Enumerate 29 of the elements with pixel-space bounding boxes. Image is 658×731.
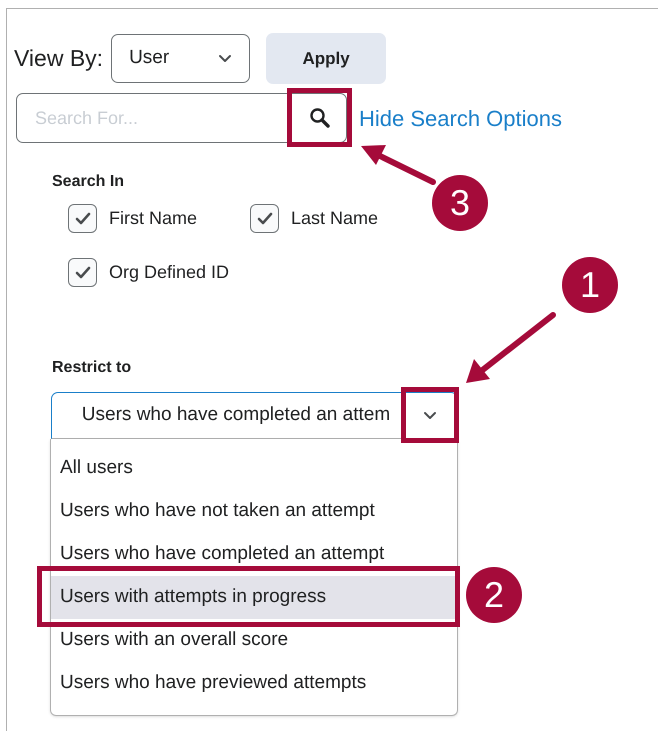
checkbox[interactable]	[250, 204, 279, 233]
dropdown-option[interactable]: Users with an overall score	[51, 619, 457, 662]
search-icon[interactable]	[309, 107, 331, 129]
dropdown-option[interactable]: Users who have previewed attempts	[51, 662, 457, 705]
view-by-select[interactable]: User	[111, 34, 250, 83]
restrict-to-label: Restrict to	[52, 358, 132, 378]
chevron-down-icon	[218, 54, 232, 63]
checkbox-label: Org Defined ID	[109, 261, 230, 284]
callout-number: 2	[466, 567, 522, 623]
checkbox-label: Last Name	[291, 207, 378, 230]
highlight-frame	[287, 88, 352, 147]
search-in-label: Search In	[52, 172, 126, 192]
check-icon	[74, 212, 90, 226]
checkbox[interactable]	[68, 258, 97, 287]
check-icon	[256, 212, 272, 226]
chevron-down-icon	[422, 411, 436, 420]
view-by-label: View By:	[14, 44, 104, 74]
highlight-frame	[401, 387, 459, 443]
callout-number: 3	[432, 175, 488, 231]
dropdown-option[interactable]: Users with attempts in progress	[51, 576, 457, 619]
callout-number: 1	[562, 257, 618, 313]
check-icon	[74, 266, 90, 280]
hide-search-options-link[interactable]: Hide Search Options	[359, 102, 562, 134]
checkbox[interactable]	[68, 204, 97, 233]
dropdown-option[interactable]: Users who have completed an attempt	[51, 533, 457, 576]
dropdown-option[interactable]: Users who have not taken an attempt	[51, 490, 457, 533]
apply-button[interactable]: Apply	[266, 33, 386, 84]
checkbox-label: First Name	[109, 207, 198, 230]
dropdown-option[interactable]: All users	[51, 447, 457, 490]
